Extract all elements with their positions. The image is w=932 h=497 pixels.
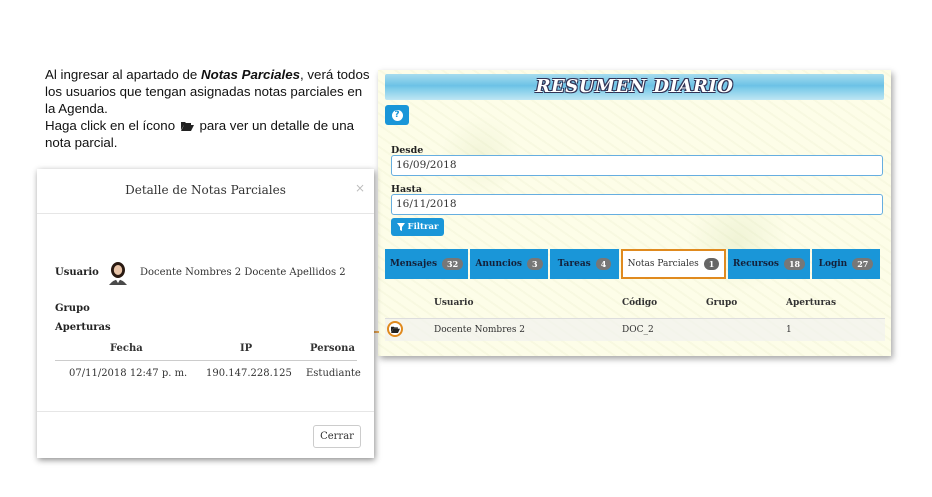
cell-ip: 190.147.228.125: [206, 368, 292, 379]
close-icon[interactable]: ×: [355, 181, 365, 195]
divider: [37, 411, 374, 412]
column-header-fecha: Fecha: [110, 343, 143, 354]
divider: [37, 213, 374, 214]
panel-banner: RESUMEN DIARIO: [385, 74, 884, 100]
column-header-ip: IP: [240, 343, 253, 354]
column-header-codigo: Código: [622, 298, 658, 308]
tab-label: Login: [818, 259, 848, 269]
instructions-emphasis: Notas Parciales: [200, 67, 301, 82]
help-button[interactable]: ?: [385, 105, 409, 125]
tab-label: Notas Parciales: [627, 259, 699, 269]
table-header: Usuario Código Grupo Aperturas: [385, 292, 885, 312]
tab-anuncios[interactable]: Anuncios 3: [470, 249, 548, 279]
usuario-value: Docente Nombres 2 Docente Apellidos 2: [140, 267, 346, 278]
count-badge: 3: [527, 258, 543, 270]
instructions-line1-prefix: Al ingresar al apartado de: [45, 67, 201, 82]
question-icon: ?: [391, 109, 403, 121]
tab-tareas[interactable]: Tareas 4: [550, 249, 619, 279]
cell-fecha: 07/11/2018 12:47 p. m.: [69, 368, 188, 379]
tab-notas-parciales[interactable]: Notas Parciales 1: [621, 249, 726, 279]
cell-persona: Estudiante: [306, 368, 361, 379]
resumen-diario-panel: RESUMEN DIARIO ? Desde 16/09/2018 Hasta …: [378, 70, 891, 356]
tab-recursos[interactable]: Recursos 18: [728, 249, 810, 279]
folder-open-icon[interactable]: [387, 321, 403, 337]
filter-button-label: Filtrar: [407, 222, 439, 232]
avatar: [109, 262, 127, 285]
cell-aperturas: 1: [786, 325, 792, 335]
filter-button[interactable]: Filtrar: [391, 218, 444, 236]
tab-mensajes[interactable]: Mensajes 32: [385, 249, 468, 279]
column-header-persona: Persona: [310, 343, 355, 354]
folder-open-icon: [180, 122, 194, 131]
hasta-input[interactable]: 16/11/2018: [391, 194, 883, 215]
grupo-label: Grupo: [55, 303, 90, 314]
table-row: Docente Nombres 2 DOC_2 1: [385, 318, 885, 341]
tab-label: Mensajes: [389, 259, 438, 269]
modal-title: Detalle de Notas Parciales: [125, 183, 286, 197]
count-badge: 18: [783, 258, 806, 270]
tab-label: Anuncios: [475, 259, 522, 269]
close-button[interactable]: Cerrar: [313, 425, 361, 448]
column-header-usuario: Usuario: [434, 298, 474, 308]
instructions-line2-prefix: Haga click en el ícono: [45, 118, 176, 133]
usuario-label: Usuario: [55, 267, 99, 278]
column-header-aperturas: Aperturas: [786, 298, 837, 308]
filter-icon: [396, 223, 405, 231]
cell-codigo: DOC_2: [622, 325, 654, 335]
instructions-text: Al ingresar al apartado de Notas Parcial…: [45, 66, 375, 151]
tab-label: Tareas: [557, 259, 591, 269]
divider: [55, 360, 357, 361]
column-header-grupo: Grupo: [706, 298, 738, 308]
count-badge: 1: [703, 258, 720, 270]
count-badge: 32: [442, 258, 464, 270]
aperturas-label: Aperturas: [55, 322, 111, 333]
panel-title: RESUMEN DIARIO: [535, 76, 734, 97]
desde-input[interactable]: 16/09/2018: [391, 155, 883, 176]
tab-label: Recursos: [732, 259, 779, 269]
detalle-modal: Detalle de Notas Parciales × Usuario Doc…: [37, 169, 374, 458]
count-badge: 4: [595, 258, 612, 270]
tab-login[interactable]: Login 27: [812, 249, 880, 279]
cell-usuario: Docente Nombres 2: [434, 325, 526, 335]
tab-bar: Mensajes 32 Anuncios 3 Tareas 4 Notas Pa…: [385, 249, 885, 279]
count-badge: 27: [852, 258, 874, 270]
